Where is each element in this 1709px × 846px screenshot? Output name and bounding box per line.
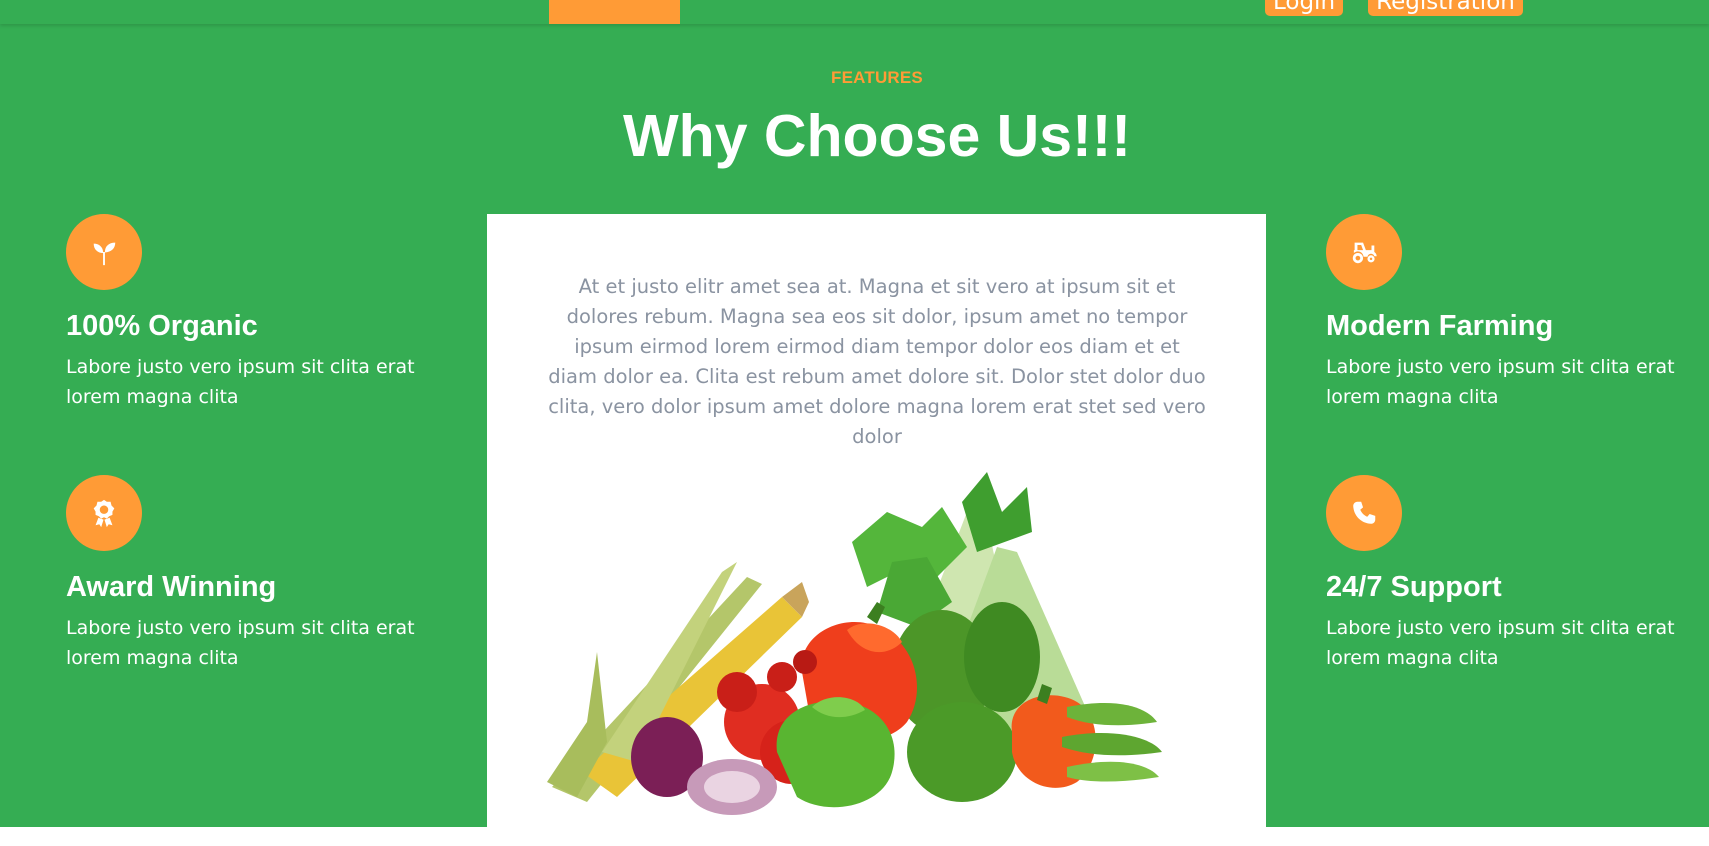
page: Login Registration FEATURES Why Choose U… — [0, 0, 1709, 846]
tractor-icon — [1326, 214, 1402, 290]
nav-item-active[interactable] — [549, 0, 680, 24]
center-card-text: At et justo elitr amet sea at. Magna et … — [548, 275, 1206, 448]
registration-button[interactable]: Registration — [1368, 0, 1523, 16]
award-icon — [66, 475, 142, 551]
feature-title: 24/7 Support — [1326, 571, 1502, 603]
feature-award: Award Winning Labore justo vero ipsum si… — [66, 475, 436, 673]
top-navbar: Login Registration — [0, 0, 1709, 24]
feature-organic: 100% Organic Labore justo vero ipsum sit… — [66, 214, 436, 412]
section-title: Why Choose Us!!! — [622, 103, 1132, 169]
feature-title: Modern Farming — [1326, 310, 1554, 342]
feature-text: Labore justo vero ipsum sit clita erat l… — [66, 356, 415, 408]
features-section: FEATURES Why Choose Us!!! 100% Organic L… — [0, 24, 1709, 827]
feature-title: Award Winning — [66, 571, 277, 603]
feature-modern-farming: Modern Farming Labore justo vero ipsum s… — [1326, 214, 1696, 412]
feature-title: 100% Organic — [66, 310, 258, 342]
feature-text: Labore justo vero ipsum sit clita erat l… — [66, 617, 415, 669]
vegetables-image — [547, 472, 1162, 815]
center-card: At et justo elitr amet sea at. Magna et … — [487, 214, 1266, 827]
login-button[interactable]: Login — [1265, 0, 1343, 16]
phone-icon — [1326, 475, 1402, 551]
feature-text: Labore justo vero ipsum sit clita erat l… — [1326, 356, 1675, 408]
feature-text: Labore justo vero ipsum sit clita erat l… — [1326, 617, 1675, 669]
seedling-icon — [66, 214, 142, 290]
feature-support: 24/7 Support Labore justo vero ipsum sit… — [1326, 475, 1696, 673]
section-eyebrow: FEATURES — [831, 68, 923, 87]
